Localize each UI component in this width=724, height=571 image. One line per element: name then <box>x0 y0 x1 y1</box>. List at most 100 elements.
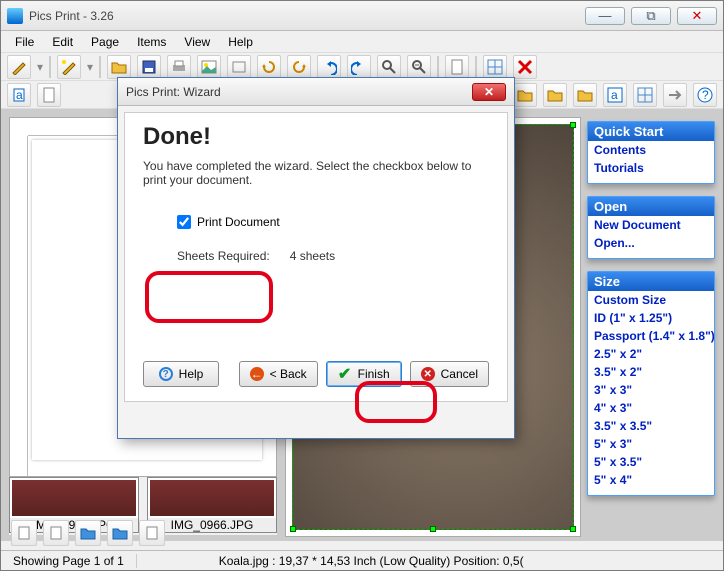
back-icon: ← <box>250 367 264 381</box>
clipboard2-icon[interactable] <box>43 520 69 546</box>
blank-page-icon[interactable] <box>37 83 61 107</box>
link-new-document[interactable]: New Document <box>588 216 714 234</box>
folder-open-icon[interactable] <box>107 55 131 79</box>
zoom-out-icon[interactable] <box>407 55 431 79</box>
back-button-label: < Back <box>270 367 307 381</box>
status-page: Showing Page 1 of 1 <box>1 554 137 568</box>
size-option[interactable]: 3" x 3" <box>588 381 714 399</box>
folder3-icon[interactable] <box>573 83 597 107</box>
rotate-right-icon[interactable] <box>287 55 311 79</box>
menu-edit[interactable]: Edit <box>44 33 81 51</box>
check-icon: ✔ <box>338 367 352 381</box>
size-option[interactable]: Passport (1.4" x 1.8") <box>588 327 714 345</box>
info-icon[interactable]: a <box>7 83 31 107</box>
svg-text:a: a <box>611 88 618 102</box>
panel-quick-start: Quick Start Contents Tutorials <box>587 121 715 184</box>
folder2-icon[interactable] <box>543 83 567 107</box>
svg-text:a: a <box>16 88 23 102</box>
side-panels: Quick Start Contents Tutorials Open New … <box>587 121 715 496</box>
menu-view[interactable]: View <box>176 33 218 51</box>
wizard-dialog: Pics Print: Wizard ✕ Done! You have comp… <box>117 77 515 439</box>
app-icon <box>7 8 23 24</box>
cancel-icon: ✕ <box>421 367 435 381</box>
move-icon[interactable] <box>227 55 251 79</box>
size-option[interactable]: 2.5" x 2" <box>588 345 714 363</box>
page-icon[interactable] <box>445 55 469 79</box>
maximize-button[interactable]: ⧉ <box>631 7 671 25</box>
link-open[interactable]: Open... <box>588 234 714 252</box>
size-option[interactable]: 3.5" x 2" <box>588 363 714 381</box>
bottom-icon-row <box>11 520 165 546</box>
clipboard3-icon[interactable] <box>139 520 165 546</box>
wizard-body: Done! You have completed the wizard. Sel… <box>124 112 508 402</box>
status-info: Koala.jpg : 19,37 * 14,53 Inch (Low Qual… <box>207 554 536 568</box>
svg-text:?: ? <box>702 88 709 102</box>
panel-size: Size Custom Size ID (1" x 1.25") Passpor… <box>587 271 715 496</box>
undo-icon[interactable] <box>317 55 341 79</box>
menu-help[interactable]: Help <box>220 33 261 51</box>
menu-items[interactable]: Items <box>129 33 174 51</box>
panel-header: Size <box>588 272 714 291</box>
status-bar: Showing Page 1 of 1 Koala.jpg : 19,37 * … <box>1 550 723 570</box>
grid2-icon[interactable] <box>633 83 657 107</box>
thumbnail[interactable]: IMG_0966.JPG <box>147 477 277 533</box>
image-icon[interactable] <box>197 55 221 79</box>
folders2-icon[interactable] <box>107 520 133 546</box>
print-document-label: Print Document <box>197 215 280 229</box>
thumbnail-image <box>12 480 136 516</box>
folder-icon[interactable] <box>513 83 537 107</box>
size-option[interactable]: 5" x 3.5" <box>588 453 714 471</box>
wizard-close-button[interactable]: ✕ <box>472 83 506 101</box>
zoom-in-icon[interactable] <box>377 55 401 79</box>
back-button[interactable]: ← < Back <box>239 361 318 387</box>
grid-icon[interactable] <box>483 55 507 79</box>
clipboard-icon[interactable] <box>11 520 37 546</box>
thumbnail-label: IMG_0966.JPG <box>148 518 276 532</box>
folders-icon[interactable] <box>75 520 101 546</box>
close-button[interactable]: ✕ <box>677 7 717 25</box>
cancel-button-label: Cancel <box>441 367 478 381</box>
size-option[interactable]: 3.5" x 3.5" <box>588 417 714 435</box>
printer-icon[interactable] <box>167 55 191 79</box>
help-icon: ? <box>159 367 173 381</box>
link-tutorials[interactable]: Tutorials <box>588 159 714 177</box>
help-button[interactable]: ? Help <box>143 361 219 387</box>
size-option[interactable]: ID (1" x 1.25") <box>588 309 714 327</box>
menu-file[interactable]: File <box>7 33 42 51</box>
wizard-title-bar[interactable]: Pics Print: Wizard ✕ <box>118 78 514 106</box>
size-option[interactable]: 4" x 3" <box>588 399 714 417</box>
title-bar: Pics Print - 3.26 — ⧉ ✕ <box>1 1 723 31</box>
rotate-left-icon[interactable] <box>257 55 281 79</box>
finish-button-label: Finish <box>358 367 390 381</box>
arrow2-icon[interactable] <box>663 83 687 107</box>
save-icon[interactable] <box>137 55 161 79</box>
menu-page[interactable]: Page <box>83 33 127 51</box>
wizard-message: You have completed the wizard. Select th… <box>143 159 489 187</box>
app-title: Pics Print - 3.26 <box>29 9 585 23</box>
help-button-label: Help <box>179 367 204 381</box>
print-document-checkbox[interactable] <box>177 215 191 229</box>
panel-open: Open New Document Open... <box>587 196 715 259</box>
sheets-label: Sheets Required: <box>177 249 270 263</box>
size-option[interactable]: 5" x 4" <box>588 471 714 489</box>
ruler-vertical <box>10 136 28 476</box>
panel-header: Quick Start <box>588 122 714 141</box>
redo-icon[interactable] <box>347 55 371 79</box>
wizard-title: Pics Print: Wizard <box>126 85 472 99</box>
finish-button[interactable]: ✔ Finish <box>326 361 402 387</box>
link-contents[interactable]: Contents <box>588 141 714 159</box>
size-option[interactable]: 5" x 3" <box>588 435 714 453</box>
delete-icon[interactable] <box>513 55 537 79</box>
help-icon[interactable]: ? <box>693 83 717 107</box>
minimize-button[interactable]: — <box>585 7 625 25</box>
menu-bar: File Edit Page Items View Help <box>1 31 723 53</box>
a-box-icon[interactable]: a <box>603 83 627 107</box>
size-option[interactable]: Custom Size <box>588 291 714 309</box>
wizard-heading: Done! <box>143 123 489 151</box>
wand2-icon[interactable] <box>57 55 81 79</box>
cancel-button[interactable]: ✕ Cancel <box>410 361 489 387</box>
main-window: Pics Print - 3.26 — ⧉ ✕ File Edit Page I… <box>0 0 724 571</box>
wand-icon[interactable] <box>7 55 31 79</box>
panel-header: Open <box>588 197 714 216</box>
sheets-value: 4 sheets <box>290 249 335 263</box>
